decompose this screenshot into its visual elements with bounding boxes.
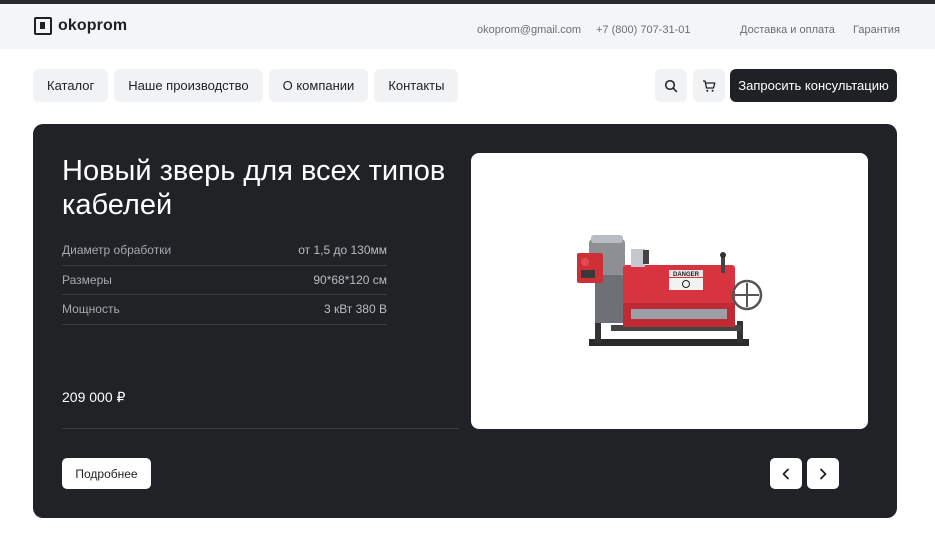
search-icon: [664, 79, 678, 92]
chevron-right-icon: [820, 468, 827, 479]
nav-about[interactable]: О компании: [268, 69, 369, 102]
nav-catalog[interactable]: Каталог: [33, 69, 109, 102]
logo[interactable]: okoprom: [34, 17, 127, 35]
request-consultation-button[interactable]: Запросить консультацию: [730, 69, 897, 102]
nav-contacts[interactable]: Контакты: [374, 69, 459, 102]
machine-label: DANGER: [673, 272, 700, 278]
hero-title: Новый зверь для всех типов кабелей: [62, 155, 446, 221]
cable-stripping-machine-image: DANGER: [577, 235, 763, 346]
logo-text: okoprom: [58, 17, 128, 34]
spec-value: 90*68*120 см: [313, 272, 387, 287]
nav-production[interactable]: Наше производство: [114, 69, 263, 102]
cart-button[interactable]: [693, 69, 725, 102]
spec-value: от 1,5 до 130мм: [298, 243, 387, 258]
search-button[interactable]: [655, 69, 687, 102]
spec-label: Мощность: [62, 302, 120, 317]
chevron-left-icon: [782, 468, 789, 479]
phone-link[interactable]: +7 (800) 707-31-01: [596, 24, 690, 36]
email-link[interactable]: okoprom@gmail.com: [477, 24, 581, 36]
spec-list: Диаметр обработки от 1,5 до 130мм Размер…: [62, 236, 387, 325]
cart-icon: [703, 79, 716, 92]
spec-label: Диаметр обработки: [62, 243, 172, 258]
next-slide-button[interactable]: [807, 458, 839, 489]
spec-row-dimensions: Размеры 90*68*120 см: [62, 266, 387, 295]
spec-row-power: Мощность 3 кВт 380 В: [62, 295, 387, 325]
delivery-link[interactable]: Доставка и оплата: [740, 24, 835, 36]
logo-icon: [34, 17, 52, 35]
top-bar: okoprom okoprom@gmail.com +7 (800) 707-3…: [0, 4, 935, 49]
spec-label: Размеры: [62, 272, 112, 287]
main-nav: Каталог Наше производство О компании Кон…: [33, 69, 459, 102]
warranty-link[interactable]: Гарантия: [853, 24, 900, 36]
prev-slide-button[interactable]: [770, 458, 802, 489]
more-details-button[interactable]: Подробнее: [62, 458, 151, 489]
product-image: DANGER: [471, 153, 868, 429]
spec-row-diameter: Диаметр обработки от 1,5 до 130мм: [62, 236, 387, 266]
hero-banner: Новый зверь для всех типов кабелей Диаме…: [33, 124, 897, 518]
hero-divider: [62, 428, 459, 429]
product-price: 209 000 ₽: [62, 389, 126, 405]
spec-value: 3 кВт 380 В: [323, 302, 387, 317]
